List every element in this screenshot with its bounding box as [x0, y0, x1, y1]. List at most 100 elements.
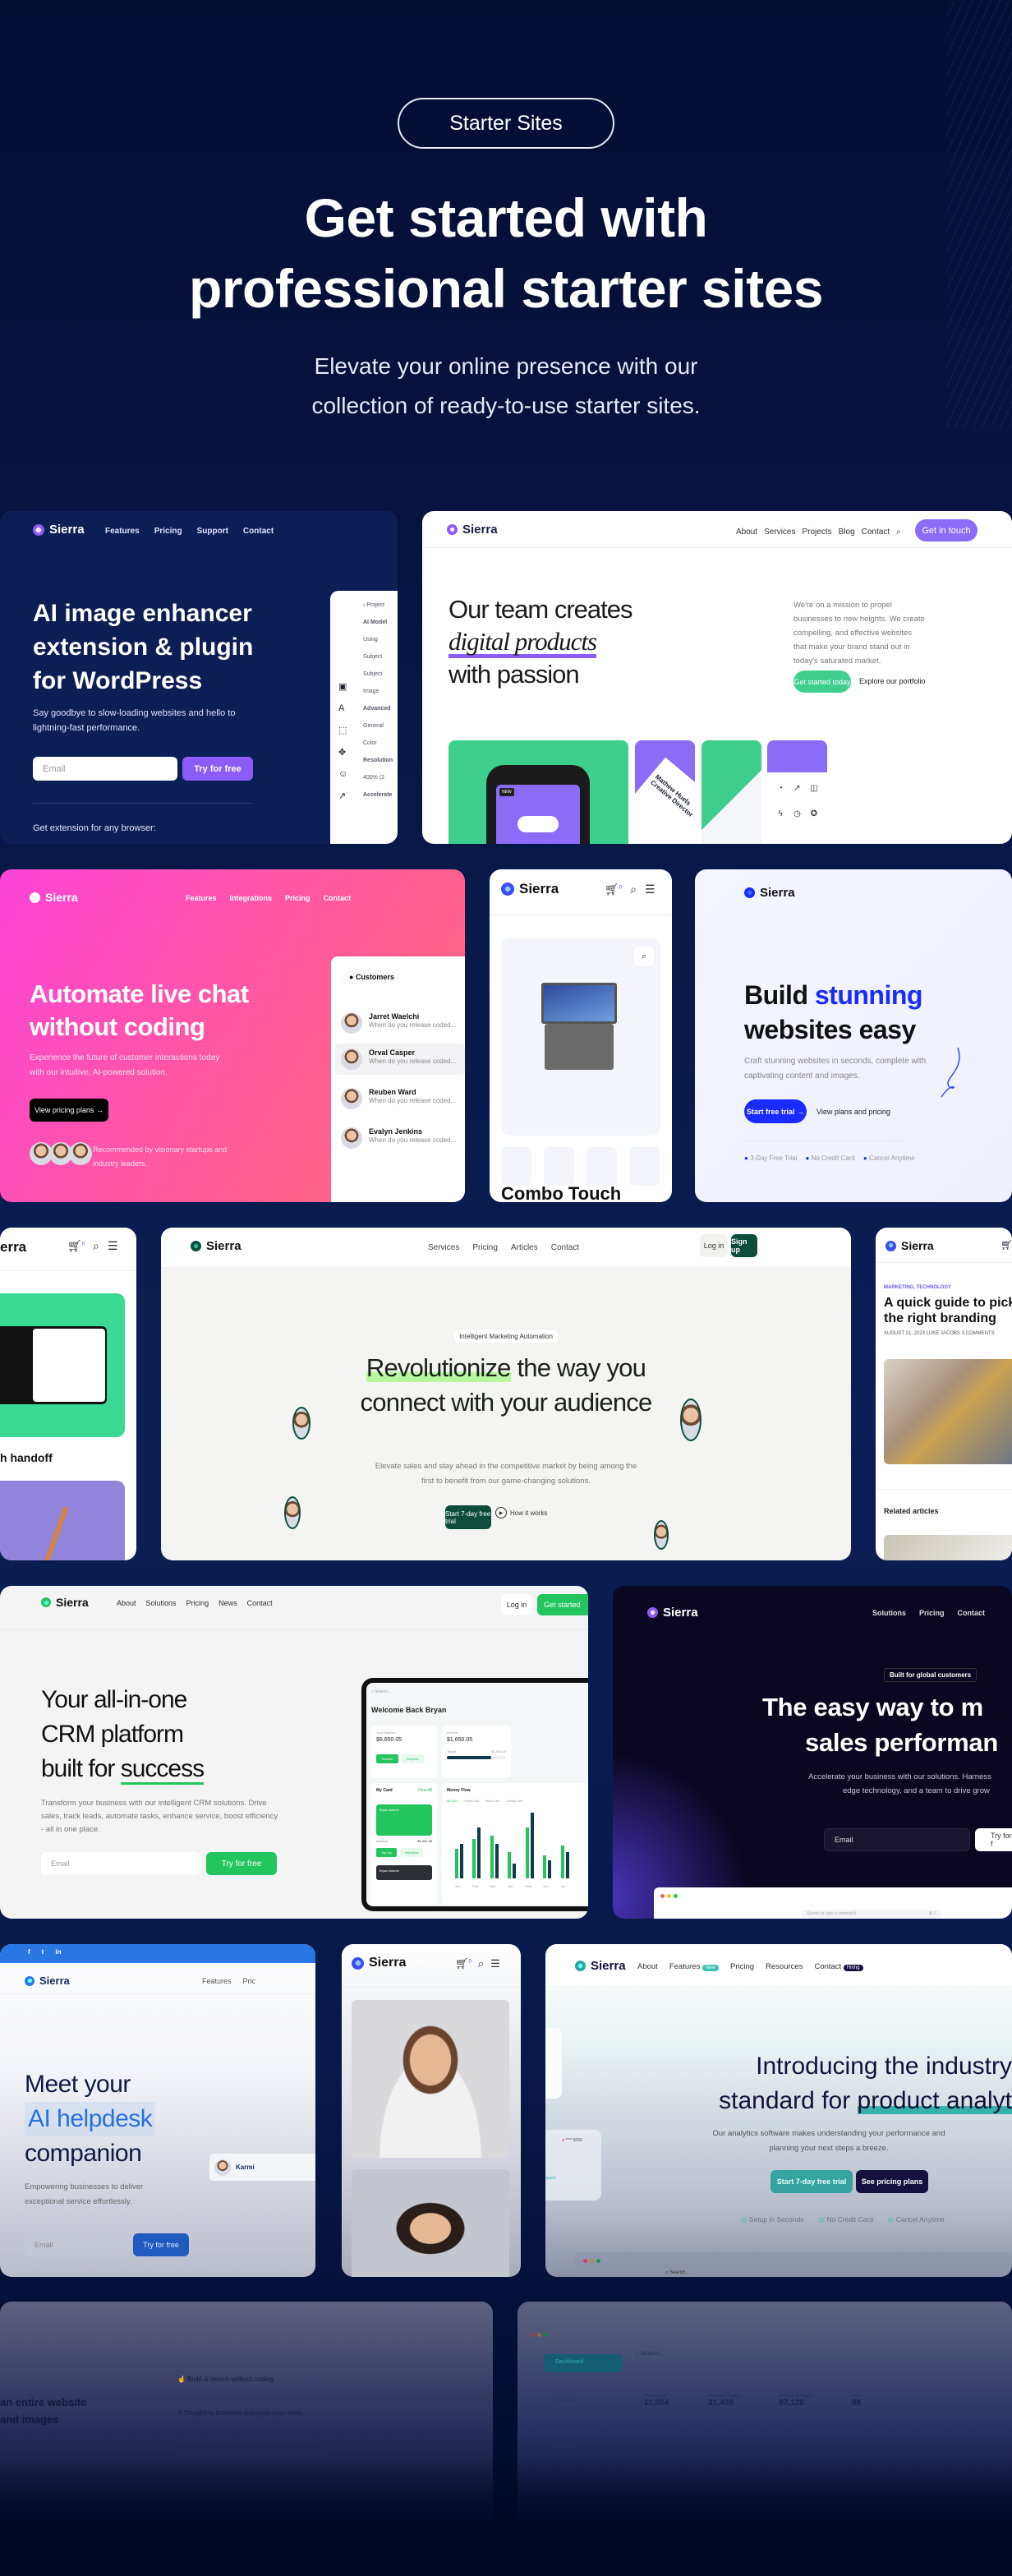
menu-project[interactable]: Project	[555, 2443, 589, 2449]
explore-portfolio-link[interactable]: Explore our portfolio	[859, 677, 926, 685]
chat-item[interactable]: Jarret Waelchi When do you release coded.…	[334, 1007, 465, 1039]
nav-solutions[interactable]: Solutions	[872, 1609, 906, 1617]
menu-finance[interactable]: Finance	[555, 2399, 589, 2404]
try-free-button[interactable]: Try for f	[975, 1828, 1012, 1851]
menu-dashboard[interactable]: Dashboard	[544, 2354, 623, 2372]
nav-news[interactable]: News	[218, 1599, 237, 1607]
close-dot[interactable]	[660, 1894, 665, 1898]
chat-item[interactable]: Orval Casper When do you release coded...	[334, 1044, 465, 1075]
minimize-dot[interactable]	[537, 2333, 541, 2337]
linkedin-icon[interactable]: in	[55, 1948, 61, 1956]
thumbnail[interactable]	[586, 1147, 617, 1186]
view-pricing-button[interactable]: View pricing plans →	[30, 1099, 108, 1122]
nav-pricing[interactable]: Pricing	[285, 894, 310, 902]
try-free-button[interactable]: Try for free	[133, 2233, 189, 2256]
zoom-icon[interactable]: ⌕	[634, 947, 654, 966]
menu-icon[interactable]: ☰	[490, 1957, 500, 1970]
try-free-button[interactable]: Try for free	[206, 1852, 277, 1875]
credit-card-dark[interactable]: Bryan Adams	[376, 1865, 432, 1880]
back-to-project[interactable]: ‹ Project	[363, 602, 393, 608]
email-input[interactable]: Email	[25, 2233, 131, 2256]
menu-icon[interactable]: ☰	[108, 1239, 118, 1253]
how-it-works-link[interactable]: ▶ How it works	[495, 1507, 547, 1518]
site-card-ai-image[interactable]: Sierra Features Pricing Support Contact …	[0, 511, 398, 844]
nav-features[interactable]: Features	[105, 527, 140, 536]
site-card-agency[interactable]: Sierra About Services Projects Blog Cont…	[422, 511, 1012, 844]
nav-resources[interactable]: Resources	[766, 1962, 803, 1971]
nav-services[interactable]: Services	[764, 528, 795, 537]
minimize-dot[interactable]	[590, 2259, 594, 2263]
email-input[interactable]: Email	[41, 1852, 200, 1875]
nav-articles[interactable]: Articles	[511, 1243, 538, 1252]
nav-support[interactable]: Support	[197, 527, 228, 536]
nav-services[interactable]: Services	[428, 1243, 459, 1252]
chat-item[interactable]: Evalyn Jenkins When do you release coded.…	[334, 1122, 465, 1154]
view-all-link[interactable]: View All	[418, 1788, 432, 1793]
move-icon[interactable]: ✥	[338, 747, 347, 758]
cart-icon[interactable]: 🛒︎0	[67, 1239, 85, 1253]
withdraw-button[interactable]: Withdraw	[399, 1848, 424, 1857]
project-image[interactable]	[0, 1293, 125, 1437]
start-trial-button[interactable]: Start 7-day free trial	[445, 1505, 491, 1529]
related-image[interactable]	[884, 1535, 1012, 1560]
request-button[interactable]: Request	[401, 1754, 424, 1763]
email-input[interactable]: Email	[824, 1828, 970, 1851]
flow-tab[interactable]: Purple Card	[463, 1800, 479, 1803]
site-card-marketing[interactable]: Sierra Services Pricing Articles Contact…	[161, 1228, 851, 1560]
option-using[interactable]: Using	[363, 637, 393, 643]
thumbnail[interactable]	[629, 1147, 660, 1186]
nav-pricing[interactable]: Pricing	[186, 1599, 209, 1607]
thumbnail[interactable]	[544, 1147, 574, 1186]
maximize-dot[interactable]	[544, 2333, 548, 2337]
app-search[interactable]: ⌕ Search...	[665, 2270, 689, 2276]
nav-contact[interactable]: Contact	[324, 894, 352, 902]
nav-contact[interactable]: Contact	[551, 1243, 579, 1252]
nav-pricing[interactable]: Pricing	[919, 1609, 945, 1617]
nav-solutions[interactable]: Solutions	[146, 1599, 177, 1607]
nav-contact[interactable]: Contact	[862, 528, 890, 537]
get-started-button[interactable]: Get started	[537, 1594, 588, 1615]
cart-icon[interactable]: 🛒︎	[1000, 1239, 1012, 1251]
flow-tab[interactable]: Orange Card	[506, 1800, 522, 1803]
site-card-helpdesk[interactable]: f t in Sierra Features Pric Meet your AI…	[0, 1944, 315, 2277]
nav-contact[interactable]: Contact Hiring	[814, 1962, 863, 1971]
cart-icon[interactable]: 🛒︎0	[455, 1957, 472, 1970]
site-card-shop-mobile[interactable]: Sierra 🛒︎0 ⌕ ☰ ⌕ Combo Touch	[490, 869, 672, 1202]
thumbnail[interactable]	[501, 1147, 531, 1186]
option-subject[interactable]: Subject	[363, 654, 393, 660]
maximize-dot[interactable]	[674, 1894, 678, 1898]
nav-pricing[interactable]: Pricing	[730, 1962, 754, 1971]
option-subject-2[interactable]: Subject	[363, 671, 393, 677]
resolution-value[interactable]: 400% (2	[363, 775, 393, 781]
command-search[interactable]: Search or type a command ⌘ F	[802, 1910, 941, 1918]
maximize-dot[interactable]	[596, 2259, 600, 2263]
chat-item[interactable]: Reuben Ward When do you release coded...	[334, 1083, 465, 1114]
start-trial-button[interactable]: Start 7-day free trial	[770, 2170, 853, 2193]
post-category[interactable]: MARKETING, TECHNOLOGY	[884, 1285, 951, 1290]
option-color[interactable]: Color	[363, 740, 393, 746]
nav-contact[interactable]: Contact	[958, 1609, 986, 1617]
team-photo[interactable]	[352, 2000, 509, 2158]
nav-blog[interactable]: Blog	[839, 528, 855, 537]
text-icon[interactable]: A	[338, 703, 347, 713]
search-icon[interactable]: ⌕	[896, 528, 901, 537]
nav-integrations[interactable]: Integrations	[230, 894, 273, 902]
site-card-team-mobile[interactable]: Sierra 🛒︎0 ⌕ ☰	[342, 1944, 521, 2277]
top-up-button[interactable]: Top Up	[376, 1848, 397, 1857]
search-icon[interactable]: ⌕	[630, 882, 637, 896]
flow-tab[interactable]: All Card	[447, 1800, 457, 1803]
face-icon[interactable]: ☺	[338, 769, 347, 779]
site-card-blog-mobile[interactable]: Sierra 🛒︎ MARKETING, TECHNOLOGY A quick …	[876, 1228, 1012, 1560]
nav-features[interactable]: Features	[202, 1977, 232, 1985]
team-photo[interactable]	[352, 2169, 509, 2277]
nav-contact[interactable]: Contact	[247, 1599, 273, 1607]
site-card-sales[interactable]: Sierra Solutions Pricing Contact Built f…	[613, 1586, 1012, 1919]
nav-about[interactable]: About	[736, 528, 757, 537]
signup-button[interactable]: Sign up	[731, 1234, 757, 1257]
dashboard-search[interactable]: ⌕ Search...	[371, 1689, 391, 1694]
site-card-builder[interactable]: Sierra Build stunning websites easy Craf…	[695, 869, 1012, 1202]
try-free-button[interactable]: Try for free	[182, 757, 253, 781]
cart-icon[interactable]: 🛒︎0	[605, 882, 622, 896]
nav-pricing[interactable]: Pric	[243, 1977, 256, 1985]
nav-projects[interactable]: Projects	[803, 528, 832, 537]
